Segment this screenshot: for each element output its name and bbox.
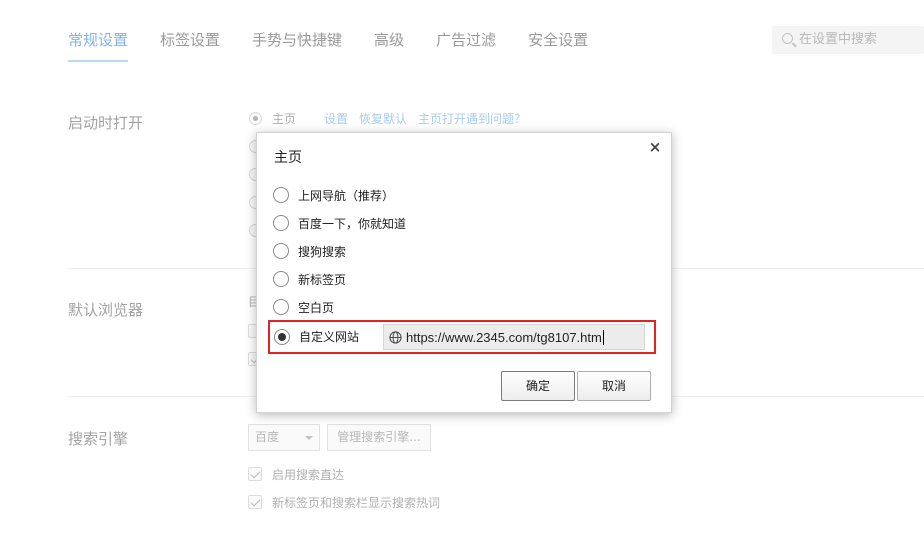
search-engine-selected: 百度 [255,430,280,444]
startup-section-title: 启动时打开 [68,114,144,132]
homepage-option-new-tab[interactable]: 新标签页 [273,268,346,290]
hot-words-checkbox[interactable] [248,495,262,509]
homepage-option-baidu[interactable]: 百度一下，你就知道 [273,212,406,234]
search-engine-select[interactable]: 百度 [248,424,320,451]
radio-button[interactable] [273,187,289,203]
custom-url-input[interactable]: https://www.2345.com/tg8107.htm [383,324,645,350]
radio-button-selected[interactable] [274,328,290,345]
manage-search-engines-button[interactable]: 管理搜索引擎... [327,424,431,451]
homepage-option-blank[interactable]: 空白页 [273,296,334,318]
close-icon[interactable]: × [647,137,663,157]
homepage-dialog: 主页 × 上网导航（推荐） 百度一下，你就知道 搜狗搜索 新标签页 空白页 自定… [256,132,672,413]
search-direct-label: 启用搜索直达 [272,468,345,482]
radio-button[interactable] [273,299,289,315]
search-direct-checkbox[interactable] [248,467,262,481]
search-engine-section-title: 搜索引擎 [68,430,129,448]
globe-icon [389,330,402,344]
settings-search-input[interactable]: 在设置中搜索 [772,26,924,54]
tab-gestures-shortcuts[interactable]: 手势与快捷键 [252,22,342,62]
homepage-option-label: 搜狗搜索 [298,244,347,259]
homepage-option-label: 上网导航（推荐） [298,188,395,203]
homepage-option-nav[interactable]: 上网导航（推荐） [273,184,394,206]
homepage-option-label: 空白页 [298,300,335,315]
startup-homepage-help-link[interactable]: 主页打开遇到问题？ [418,110,526,127]
custom-site-highlight: 自定义网站 https://www.2345.com/tg8107.htm [268,320,656,354]
ok-button[interactable]: 确定 [501,371,575,401]
homepage-option-custom[interactable]: 自定义网站 [274,328,359,345]
cancel-button[interactable]: 取消 [577,371,651,401]
tab-security[interactable]: 安全设置 [528,22,588,62]
dialog-title: 主页 [274,150,302,166]
hot-words-label: 新标签页和搜索栏显示搜索热词 [272,496,441,510]
startup-homepage-radio[interactable] [249,112,262,125]
tab-advanced[interactable]: 高级 [374,22,404,62]
startup-homepage-label: 主页 [272,112,297,126]
radio-button[interactable] [273,215,289,231]
startup-restore-default-link[interactable]: 恢复默认 [359,110,407,127]
startup-settings-link[interactable]: 设置 [324,110,348,127]
default-browser-section-title: 默认浏览器 [68,301,144,319]
search-icon [782,33,793,44]
radio-button[interactable] [273,271,289,287]
search-placeholder: 在设置中搜索 [799,32,878,47]
homepage-option-sogou[interactable]: 搜狗搜索 [273,240,346,262]
homepage-option-label: 百度一下，你就知道 [298,216,407,231]
text-cursor [602,329,604,345]
tab-ad-filter[interactable]: 广告过滤 [436,22,496,62]
homepage-option-label: 新标签页 [298,272,347,287]
custom-site-label: 自定义网站 [299,330,360,344]
settings-tabs: 常规设置 标签设置 手势与快捷键 高级 广告过滤 安全设置 [68,22,620,64]
tab-tabs[interactable]: 标签设置 [160,22,220,62]
custom-url-value: https://www.2345.com/tg8107.htm [406,329,602,345]
tab-general[interactable]: 常规设置 [68,22,129,62]
chevron-down-icon [305,436,313,440]
radio-button[interactable] [273,243,289,259]
